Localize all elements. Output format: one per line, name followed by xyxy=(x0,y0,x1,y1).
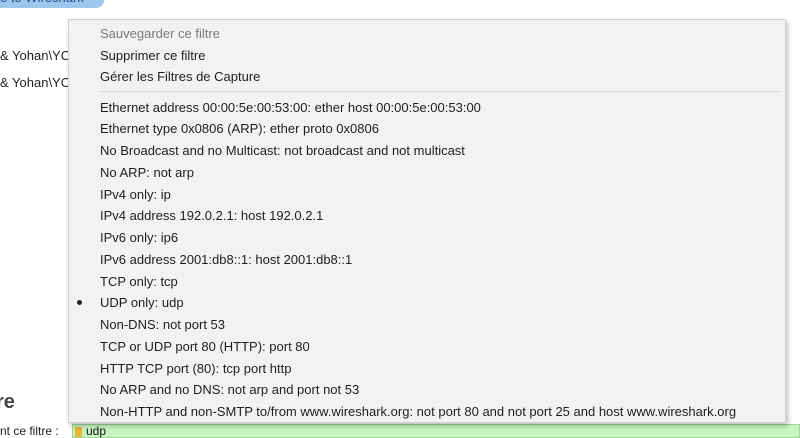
menu-item-manage-filters[interactable]: Gérer les Filtres de Capture xyxy=(100,66,260,88)
welcome-banner[interactable]: e to Wireshark xyxy=(0,0,104,8)
filter-item-no-arp-no-dns[interactable]: No ARP and no DNS: not arp and port not … xyxy=(100,379,359,401)
capture-filter-input[interactable]: udp xyxy=(72,424,800,438)
filter-item-ethernet-type[interactable]: Ethernet type 0x0806 (ARP): ether proto … xyxy=(100,118,379,140)
filter-item-no-broadcast[interactable]: No Broadcast and no Multicast: not broad… xyxy=(100,140,465,162)
filter-item-port-80[interactable]: TCP or UDP port 80 (HTTP): port 80 xyxy=(100,336,310,358)
capture-filter-value: udp xyxy=(86,424,107,438)
menu-item-delete-filter[interactable]: Supprimer ce filtre xyxy=(100,45,205,67)
menu-item-save-filter[interactable]: Sauvegarder ce filtre xyxy=(100,23,220,45)
section-heading: re xyxy=(0,391,15,413)
interface-list-item[interactable]: & Yohan\YO xyxy=(0,48,71,63)
filter-item-non-dns[interactable]: Non-DNS: not port 53 xyxy=(100,314,225,336)
filter-item-ipv6-only[interactable]: IPv6 only: ip6 xyxy=(100,227,178,249)
filter-item-tcp-only[interactable]: TCP only: tcp xyxy=(100,271,178,293)
selected-bullet-icon xyxy=(77,300,82,305)
filter-item-udp-only[interactable]: UDP only: udp xyxy=(100,292,184,314)
capture-filter-menu: Sauvegarder ce filtre Supprimer ce filtr… xyxy=(68,19,786,423)
filter-item-ipv4-only[interactable]: IPv4 only: ip xyxy=(100,184,171,206)
filter-item-ethernet-address[interactable]: Ethernet address 00:00:5e:00:53:00: ethe… xyxy=(100,97,481,119)
bookmark-icon[interactable] xyxy=(75,427,82,437)
filter-item-http-tcp[interactable]: HTTP TCP port (80): tcp port http xyxy=(100,358,291,380)
capture-filter-label: nt ce filtre : xyxy=(0,424,59,438)
menu-separator xyxy=(100,91,781,92)
filter-item-no-arp[interactable]: No ARP: not arp xyxy=(100,162,194,184)
filter-item-ipv6-address[interactable]: IPv6 address 2001:db8::1: host 2001:db8:… xyxy=(100,249,352,271)
filter-item-ipv4-address[interactable]: IPv4 address 192.0.2.1: host 192.0.2.1 xyxy=(100,205,323,227)
interface-list-item[interactable]: & Yohan\YO xyxy=(0,75,71,90)
filter-item-non-http-smtp[interactable]: Non-HTTP and non-SMTP to/from www.wiresh… xyxy=(100,401,736,423)
